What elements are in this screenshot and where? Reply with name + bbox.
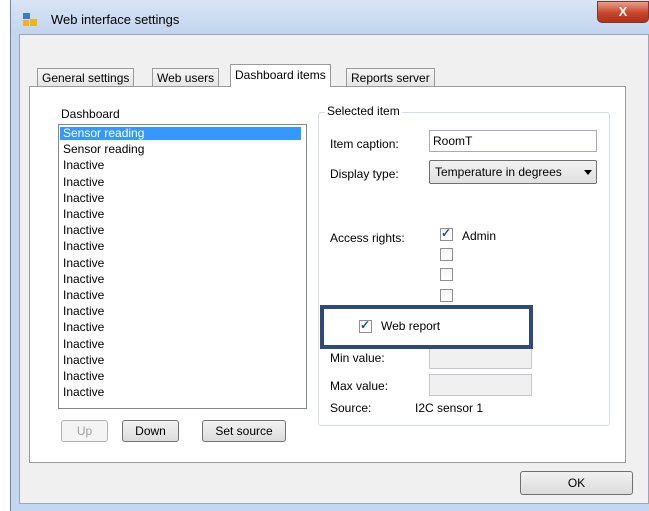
- list-item[interactable]: Inactive: [63, 240, 104, 253]
- list-item[interactable]: Inactive: [63, 321, 104, 334]
- min-value-label: Min value:: [330, 351, 385, 365]
- list-item[interactable]: Sensor reading: [63, 143, 144, 156]
- access-admin-checkbox[interactable]: ✓: [440, 226, 453, 241]
- access-right-2-checkbox[interactable]: [440, 248, 453, 261]
- list-item[interactable]: Inactive: [63, 386, 104, 399]
- checkmark-icon: ✓: [441, 226, 452, 240]
- list-item[interactable]: Inactive: [63, 256, 104, 270]
- access-right-3-checkbox[interactable]: [440, 268, 453, 281]
- display-type-value: Temperature in degrees: [435, 165, 562, 179]
- min-value-input[interactable]: [429, 347, 532, 369]
- list-item[interactable]: Inactive: [63, 175, 104, 189]
- list-item[interactable]: Inactive: [63, 208, 104, 221]
- max-value-input[interactable]: [429, 374, 532, 396]
- dashboard-label: Dashboard: [61, 107, 120, 121]
- list-item[interactable]: Inactive: [63, 337, 104, 351]
- tab-dashboard-items[interactable]: Dashboard items: [230, 64, 331, 87]
- up-button[interactable]: Up: [61, 420, 108, 442]
- tab-general-settings[interactable]: General settings: [37, 68, 135, 87]
- list-item[interactable]: Inactive: [63, 224, 104, 237]
- down-button[interactable]: Down: [122, 420, 179, 442]
- display-type-select[interactable]: Temperature in degrees: [429, 160, 597, 184]
- set-source-button[interactable]: Set source: [202, 420, 286, 442]
- list-item[interactable]: Inactive: [63, 370, 104, 383]
- list-item[interactable]: Inactive: [63, 191, 104, 205]
- list-item[interactable]: Inactive: [63, 353, 104, 367]
- app-icon: [23, 13, 37, 26]
- list-item[interactable]: Inactive: [63, 305, 104, 318]
- access-rights-label: Access rights:: [330, 231, 405, 245]
- access-right-4-checkbox[interactable]: [440, 289, 453, 302]
- tab-reports-server[interactable]: Reports server: [346, 68, 435, 87]
- list-item[interactable]: Inactive: [63, 159, 104, 172]
- source-label: Source:: [330, 401, 372, 415]
- web-report-highlight-box: [320, 305, 533, 349]
- window-title: Web interface settings: [51, 12, 180, 27]
- list-item[interactable]: Inactive: [63, 272, 104, 286]
- display-type-label: Display type:: [330, 167, 399, 181]
- max-value-label: Max value:: [330, 379, 389, 393]
- selected-item-group-title: Selected item: [325, 104, 402, 118]
- tab-web-users[interactable]: Web users: [152, 68, 220, 87]
- chevron-down-icon: [584, 170, 592, 175]
- ok-button[interactable]: OK: [520, 471, 633, 495]
- item-caption-label: Item caption:: [330, 137, 399, 151]
- close-button[interactable]: X: [597, 1, 649, 23]
- title-bar: Web interface settings X: [11, 0, 649, 34]
- dashboard-listbox[interactable]: Sensor reading Sensor reading Inactive Inac…: [58, 124, 307, 409]
- list-item[interactable]: Inactive: [63, 289, 104, 302]
- access-admin-label: Admin: [462, 229, 497, 243]
- list-item[interactable]: Sensor reading: [60, 127, 301, 140]
- source-value: I2C sensor 1: [415, 401, 484, 415]
- item-caption-input[interactable]: RoomT: [429, 130, 597, 152]
